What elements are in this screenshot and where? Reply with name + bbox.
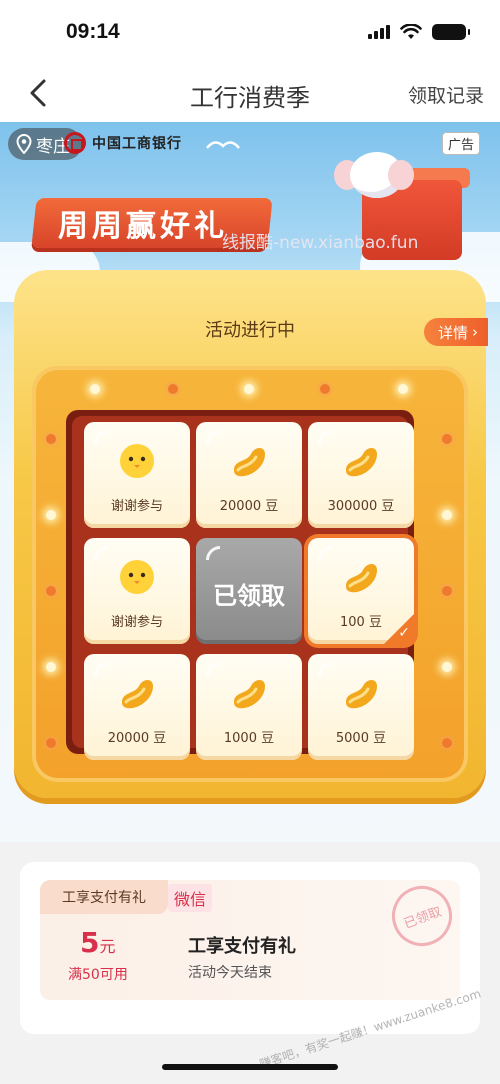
cellular-signal-icon — [368, 25, 390, 39]
shine-decoration — [206, 546, 220, 560]
bulb-light — [46, 662, 56, 672]
bean-icon — [346, 564, 377, 593]
watermark-text: 线报酷-new.xianbao.fun — [222, 233, 419, 253]
ad-badge: 广告 — [441, 132, 480, 155]
activity-status-title: 活动进行中 — [205, 320, 295, 341]
prize-cell: 1000 豆 — [196, 654, 302, 760]
bulb-light — [398, 384, 408, 394]
home-indicator — [162, 1064, 338, 1070]
promo-banner: 枣庄 中国工商银行 广告 周周赢好礼 线报酷-new.xianbao.fun 活… — [0, 122, 500, 842]
coupon-card[interactable]: 工享支付有礼 微信 5元 满50可用 工享支付有礼 活动今天结束 已领取 — [40, 880, 460, 1000]
bean-icon — [346, 448, 377, 477]
bulb-light — [46, 510, 56, 520]
status-icons — [368, 24, 470, 40]
bean-icon — [234, 680, 265, 709]
prize-label: 5000 豆 — [335, 731, 387, 746]
bank-name: 中国工商银行 — [92, 136, 182, 152]
bulb-light — [442, 662, 452, 672]
bulb-light — [168, 384, 178, 394]
prize-label: 谢谢参与 — [110, 499, 163, 514]
shine-decoration — [94, 430, 108, 444]
bean-icon — [122, 680, 153, 709]
bulb-light — [442, 738, 452, 748]
prize-cell: 谢谢参与 — [84, 538, 190, 644]
coupon-condition: 满50可用 — [68, 967, 128, 983]
shine-decoration — [206, 662, 220, 676]
prize-label: 谢谢参与 — [110, 615, 163, 630]
coupon-amount-unit: 元 — [99, 937, 116, 956]
seagull-icon — [206, 141, 240, 149]
bean-icon — [346, 680, 377, 709]
bulb-light — [46, 434, 56, 444]
coupon-amount-value: 5 — [80, 926, 100, 959]
status-bar: 09:14 — [0, 0, 500, 66]
prize-cell: 谢谢参与 — [84, 422, 190, 528]
shine-decoration — [318, 662, 332, 676]
bulb-light — [90, 384, 100, 394]
wifi-icon — [400, 24, 422, 39]
chick-icon — [120, 444, 154, 478]
bean-icon — [234, 448, 265, 477]
prize-cell: 300000 豆 — [308, 422, 414, 528]
prize-label: 20000 豆 — [219, 499, 279, 514]
detail-button-label: 详情 — [437, 323, 468, 342]
bulb-light — [46, 738, 56, 748]
bank-logo: 中国工商银行 — [64, 132, 182, 154]
claimed-button[interactable]: 已领取 — [196, 538, 302, 644]
prize-cell: 5000 豆 — [308, 654, 414, 760]
shine-decoration — [206, 430, 220, 444]
prize-label: 300000 豆 — [327, 499, 395, 514]
prize-cell: 20000 豆 — [196, 422, 302, 528]
elephant-ear — [388, 160, 414, 190]
coupon-amount: 5元 — [80, 926, 116, 959]
bulb-light — [244, 384, 254, 394]
bulb-light — [442, 586, 452, 596]
status-time: 09:14 — [66, 20, 120, 43]
coupon-status: 活动今天结束 — [188, 965, 272, 981]
icbc-logo-icon — [64, 132, 86, 154]
location-pin-icon — [16, 134, 32, 154]
coupon-name: 工享支付有礼 — [188, 936, 296, 957]
shine-decoration — [318, 546, 332, 560]
checkmark-icon: ✓ — [398, 625, 410, 641]
battery-icon — [432, 24, 470, 40]
bulb-light — [46, 586, 56, 596]
prize-label: 20000 豆 — [107, 731, 167, 746]
lottery-machine: 活动进行中 详情 › 谢谢参与 20000 豆 300000 豆 谢谢参与 已领… — [14, 270, 488, 798]
bulb-light — [442, 510, 452, 520]
prize-cell: 20000 豆 — [84, 654, 190, 760]
chevron-right-icon: › — [472, 323, 478, 341]
chick-icon — [120, 560, 154, 594]
coupon-channel-badge: 微信 — [168, 884, 213, 912]
nav-bar: 工行消费季 领取记录 — [0, 66, 500, 122]
bulb-light — [320, 384, 330, 394]
prize-label: 1000 豆 — [223, 731, 275, 746]
shine-decoration — [94, 546, 108, 560]
prize-cell-selected: 100 豆 ✓ — [308, 538, 414, 644]
claimed-stamp-icon: 已领取 — [383, 880, 460, 955]
claimed-label: 已领取 — [213, 582, 285, 610]
claim-record-link[interactable]: 领取记录 — [408, 81, 484, 108]
promo-title: 周周赢好礼 — [58, 209, 228, 244]
coupon-tag: 工享支付有礼 — [40, 880, 168, 914]
detail-button[interactable]: 详情 › — [423, 318, 488, 346]
shine-decoration — [318, 430, 332, 444]
shine-decoration — [94, 662, 108, 676]
bulb-light — [442, 434, 452, 444]
